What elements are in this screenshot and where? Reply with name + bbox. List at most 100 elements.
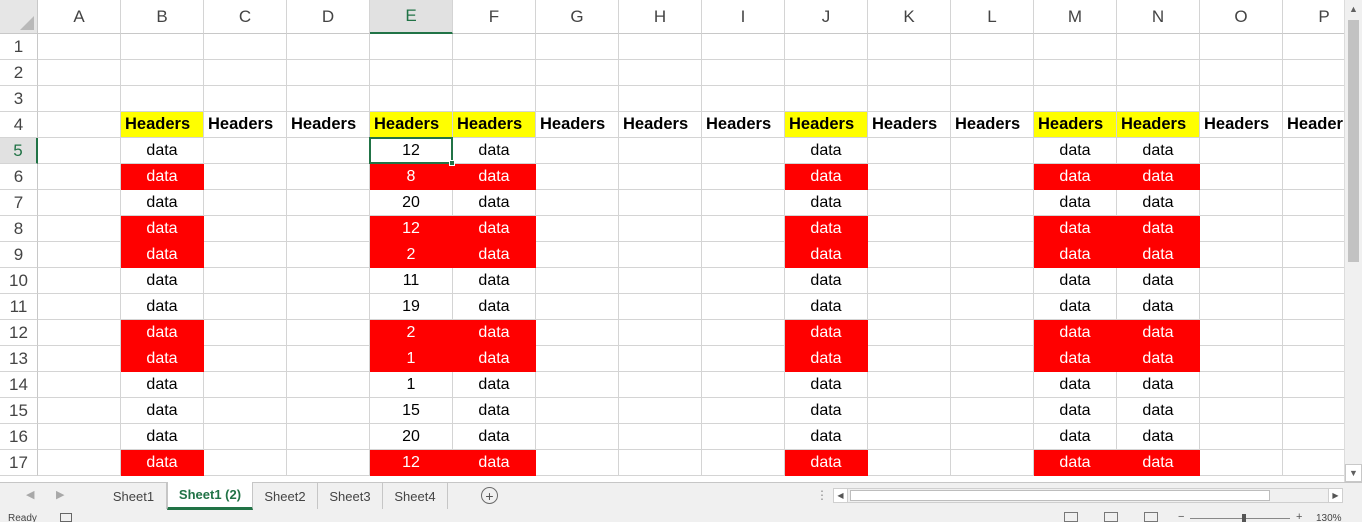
cell-g2[interactable] bbox=[536, 60, 619, 86]
header-cell-n[interactable]: Headers bbox=[1117, 112, 1200, 138]
data-cell-n7[interactable]: data bbox=[1117, 190, 1200, 216]
cell-c7[interactable] bbox=[204, 190, 287, 216]
column-header-j[interactable]: J bbox=[785, 0, 868, 34]
cell-k7[interactable] bbox=[868, 190, 951, 216]
cell-h3[interactable] bbox=[619, 86, 702, 112]
sheet-tab-3[interactable]: Sheet2 bbox=[253, 483, 318, 509]
cell-p3[interactable] bbox=[1283, 86, 1344, 112]
cell-h16[interactable] bbox=[619, 424, 702, 450]
cell-c11[interactable] bbox=[204, 294, 287, 320]
cell-k5[interactable] bbox=[868, 138, 951, 164]
cell-a6[interactable] bbox=[38, 164, 121, 190]
data-cell-n11[interactable]: data bbox=[1117, 294, 1200, 320]
cell-k17[interactable] bbox=[868, 450, 951, 476]
cell-p12[interactable] bbox=[1283, 320, 1344, 346]
cell-l16[interactable] bbox=[951, 424, 1034, 450]
row-header-2[interactable]: 2 bbox=[0, 60, 38, 86]
cell-p2[interactable] bbox=[1283, 60, 1344, 86]
cell-g5[interactable] bbox=[536, 138, 619, 164]
data-cell-f8[interactable]: data bbox=[453, 216, 536, 242]
cell-i12[interactable] bbox=[702, 320, 785, 346]
prev-sheet-arrow-icon[interactable]: ◀ bbox=[26, 488, 34, 501]
column-header-n[interactable]: N bbox=[1117, 0, 1200, 34]
row-header-14[interactable]: 14 bbox=[0, 372, 38, 398]
cell-c16[interactable] bbox=[204, 424, 287, 450]
data-cell-b5[interactable]: data bbox=[121, 138, 204, 164]
cell-g3[interactable] bbox=[536, 86, 619, 112]
zoom-slider[interactable] bbox=[1190, 518, 1290, 519]
cell-c12[interactable] bbox=[204, 320, 287, 346]
cell-c13[interactable] bbox=[204, 346, 287, 372]
cell-p10[interactable] bbox=[1283, 268, 1344, 294]
data-cell-n13[interactable]: data bbox=[1117, 346, 1200, 372]
cell-p11[interactable] bbox=[1283, 294, 1344, 320]
data-cell-m15[interactable]: data bbox=[1034, 398, 1117, 424]
cell-o2[interactable] bbox=[1200, 60, 1283, 86]
cell-f2[interactable] bbox=[453, 60, 536, 86]
data-cell-f5[interactable]: data bbox=[453, 138, 536, 164]
row-header-4[interactable]: 4 bbox=[0, 112, 38, 138]
cell-i13[interactable] bbox=[702, 346, 785, 372]
data-cell-f16[interactable]: data bbox=[453, 424, 536, 450]
cell-c9[interactable] bbox=[204, 242, 287, 268]
cell-f1[interactable] bbox=[453, 34, 536, 60]
cell-a11[interactable] bbox=[38, 294, 121, 320]
cell-g1[interactable] bbox=[536, 34, 619, 60]
row-header-1[interactable]: 1 bbox=[0, 34, 38, 60]
cell-a16[interactable] bbox=[38, 424, 121, 450]
row-header-17[interactable]: 17 bbox=[0, 450, 38, 476]
data-cell-b14[interactable]: data bbox=[121, 372, 204, 398]
cell-i14[interactable] bbox=[702, 372, 785, 398]
cell-g8[interactable] bbox=[536, 216, 619, 242]
cell-h8[interactable] bbox=[619, 216, 702, 242]
cell-h17[interactable] bbox=[619, 450, 702, 476]
data-cell-n14[interactable]: data bbox=[1117, 372, 1200, 398]
zoom-in-icon[interactable]: + bbox=[1296, 511, 1302, 522]
data-cell-n5[interactable]: data bbox=[1117, 138, 1200, 164]
data-cell-b17[interactable]: data bbox=[121, 450, 204, 476]
data-cell-f12[interactable]: data bbox=[453, 320, 536, 346]
data-cell-e14[interactable]: 1 bbox=[370, 372, 453, 398]
data-cell-f15[interactable]: data bbox=[453, 398, 536, 424]
cell-p16[interactable] bbox=[1283, 424, 1344, 450]
data-cell-m10[interactable]: data bbox=[1034, 268, 1117, 294]
zoom-slider-knob[interactable] bbox=[1242, 514, 1246, 522]
cell-k10[interactable] bbox=[868, 268, 951, 294]
data-cell-j14[interactable]: data bbox=[785, 372, 868, 398]
cell-a9[interactable] bbox=[38, 242, 121, 268]
column-header-i[interactable]: I bbox=[702, 0, 785, 34]
next-sheet-arrow-icon[interactable]: ▶ bbox=[56, 488, 64, 501]
data-cell-e5[interactable]: 12 bbox=[370, 138, 453, 164]
cell-j1[interactable] bbox=[785, 34, 868, 60]
cell-o13[interactable] bbox=[1200, 346, 1283, 372]
cell-g13[interactable] bbox=[536, 346, 619, 372]
column-header-k[interactable]: K bbox=[868, 0, 951, 34]
data-cell-e17[interactable]: 12 bbox=[370, 450, 453, 476]
row-header-15[interactable]: 15 bbox=[0, 398, 38, 424]
data-cell-e16[interactable]: 20 bbox=[370, 424, 453, 450]
zoom-level[interactable]: 130% bbox=[1316, 513, 1342, 522]
cell-e3[interactable] bbox=[370, 86, 453, 112]
scroll-right-arrow-icon[interactable]: ▶ bbox=[1328, 489, 1342, 502]
cell-k15[interactable] bbox=[868, 398, 951, 424]
cell-m2[interactable] bbox=[1034, 60, 1117, 86]
data-cell-b16[interactable]: data bbox=[121, 424, 204, 450]
cell-h12[interactable] bbox=[619, 320, 702, 346]
cell-i15[interactable] bbox=[702, 398, 785, 424]
cell-i6[interactable] bbox=[702, 164, 785, 190]
data-cell-j8[interactable]: data bbox=[785, 216, 868, 242]
data-cell-b13[interactable]: data bbox=[121, 346, 204, 372]
sheet-tab-4[interactable]: Sheet3 bbox=[318, 483, 383, 509]
header-cell-g[interactable]: Headers bbox=[536, 112, 619, 138]
cell-c6[interactable] bbox=[204, 164, 287, 190]
cell-h15[interactable] bbox=[619, 398, 702, 424]
data-cell-e7[interactable]: 20 bbox=[370, 190, 453, 216]
cell-l9[interactable] bbox=[951, 242, 1034, 268]
cell-h10[interactable] bbox=[619, 268, 702, 294]
cell-b2[interactable] bbox=[121, 60, 204, 86]
cell-d14[interactable] bbox=[287, 372, 370, 398]
data-cell-m13[interactable]: data bbox=[1034, 346, 1117, 372]
row-header-8[interactable]: 8 bbox=[0, 216, 38, 242]
data-cell-e6[interactable]: 8 bbox=[370, 164, 453, 190]
cell-k8[interactable] bbox=[868, 216, 951, 242]
